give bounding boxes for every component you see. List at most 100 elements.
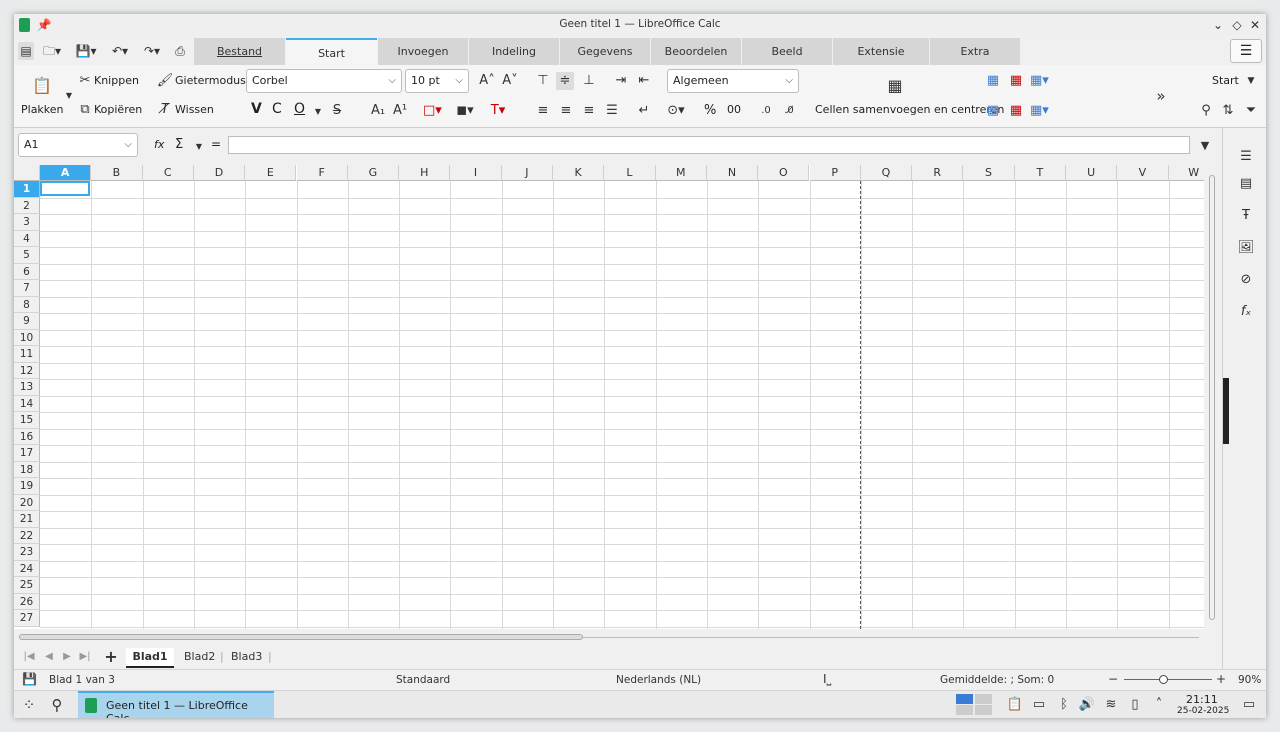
number-format-combo[interactable]: Algemeen ⌵ <box>667 69 799 93</box>
find-icon[interactable]: ⚲ <box>1197 102 1215 120</box>
function-wizard-icon[interactable]: fx <box>154 138 164 151</box>
sheet-tab-blad2[interactable]: Blad2 <box>184 648 215 666</box>
align-top-icon[interactable]: ⊤ <box>534 72 552 90</box>
styles-icon[interactable]: Ŧ <box>1237 207 1255 225</box>
prev-sheet-icon[interactable]: ◀ <box>40 648 58 666</box>
horizontal-scroll-thumb[interactable] <box>19 634 583 640</box>
border-icon[interactable]: □▾ <box>423 102 442 120</box>
formula-equals-icon[interactable]: = <box>211 137 221 151</box>
italic-button[interactable]: C <box>272 101 282 117</box>
formula-input[interactable] <box>228 136 1190 154</box>
align-right-icon[interactable]: ≡ <box>580 102 598 120</box>
next-sheet-icon[interactable]: ▶ <box>58 648 76 666</box>
clear-format-icon[interactable]: T̸ <box>156 101 174 119</box>
save-icon[interactable]: 💾▾ <box>72 42 100 60</box>
underline-button[interactable]: O <box>294 101 305 117</box>
sum-icon[interactable]: Σ <box>175 137 183 152</box>
first-sheet-icon[interactable]: |◀ <box>20 648 38 666</box>
font-size-combo[interactable]: 10 pt ⌵ <box>405 69 469 93</box>
vertical-scrollbar[interactable] <box>1204 165 1221 629</box>
open-icon[interactable]: 🗀▾ <box>40 42 64 60</box>
sheet-tab-blad3[interactable]: Blad3 <box>231 648 262 666</box>
clear-button[interactable]: Wissen <box>175 103 214 116</box>
usb-drive-icon[interactable]: ▯ <box>1126 696 1144 714</box>
search-icon[interactable]: ⚲ <box>48 696 66 714</box>
strikethrough-icon[interactable]: S <box>328 102 346 120</box>
tab-beoordelen[interactable]: Beoordelen <box>651 38 741 65</box>
virtual-desktop-pager[interactable] <box>956 694 992 715</box>
justify-icon[interactable]: ☰ <box>603 102 621 120</box>
decimal-button[interactable]: 00 <box>727 103 741 116</box>
bluetooth-icon[interactable]: ᛒ <box>1055 696 1073 714</box>
maximize-button[interactable]: ◇ <box>1229 17 1245 33</box>
decrease-indent-icon[interactable]: ⇤ <box>635 72 653 90</box>
copy-icon[interactable]: ⧉ <box>76 101 94 119</box>
zoom-out-button[interactable]: − <box>1108 672 1118 686</box>
zoom-slider[interactable] <box>1124 675 1212 684</box>
col-options-icon[interactable]: ▦▾ <box>1030 102 1049 120</box>
table-grid-icon[interactable]: ▦ <box>886 77 904 95</box>
redo-icon[interactable]: ↷▾ <box>138 42 166 60</box>
page-style[interactable]: Standaard <box>396 674 450 686</box>
tab-indeling[interactable]: Indeling <box>469 38 559 65</box>
tab-extensie[interactable]: Extensie <box>833 38 929 65</box>
zoom-slider-thumb[interactable] <box>1159 675 1168 684</box>
desktop-3[interactable] <box>956 705 973 715</box>
gallery-icon[interactable]: 🖼 <box>1237 239 1255 257</box>
vertical-scroll-thumb[interactable] <box>1209 175 1215 620</box>
zoom-in-button[interactable]: + <box>1216 672 1226 686</box>
paste-icon[interactable]: 📋 <box>32 77 52 95</box>
merge-center-button[interactable]: Cellen samenvoegen en centreren <box>815 103 1004 116</box>
zoom-level[interactable]: 90% <box>1238 674 1261 686</box>
clock-date[interactable]: 25-02-2025 <box>1177 706 1229 716</box>
subscript-icon[interactable]: A₁ <box>369 102 387 120</box>
bold-button[interactable]: V <box>251 101 262 117</box>
clone-button[interactable]: Gietermodus <box>175 74 246 87</box>
selection-summary[interactable]: Gemiddelde: ; Som: 0 <box>940 674 1054 686</box>
language[interactable]: Nederlands (NL) <box>616 674 701 686</box>
sidebar-menu-icon[interactable]: ☰ <box>1237 148 1255 166</box>
expand-formula-icon[interactable]: ▼ <box>1196 137 1214 155</box>
volume-icon[interactable]: 🔊 <box>1078 696 1096 714</box>
desktop-4[interactable] <box>975 705 992 715</box>
document-modified-icon[interactable]: 💾 <box>22 672 37 686</box>
superscript-icon[interactable]: A¹ <box>391 102 409 120</box>
sheet-tab-blad1[interactable]: Blad1 <box>126 648 174 668</box>
taskbar-item-calc[interactable]: Geen titel 1 — LibreOffice Calc <box>78 691 274 718</box>
insert-rows-icon[interactable]: ▦ <box>984 72 1002 90</box>
sheet-info[interactable]: Blad 1 van 3 <box>49 674 115 686</box>
delete-rows-icon[interactable]: ▦ <box>1007 72 1025 90</box>
tab-beeld[interactable]: Beeld <box>742 38 832 65</box>
desktop-2[interactable] <box>975 694 992 704</box>
font-color-icon[interactable]: T▾ <box>489 102 507 120</box>
properties-icon[interactable]: ▤ <box>1237 175 1255 193</box>
align-center-icon[interactable]: ≡ <box>557 102 575 120</box>
horizontal-scrollbar[interactable] <box>14 631 1221 645</box>
last-sheet-icon[interactable]: ▶| <box>76 648 94 666</box>
tab-bestand[interactable]: Bestand <box>194 38 285 65</box>
tab-invoegen[interactable]: Invoegen <box>378 38 468 65</box>
sidebar-collapse-handle[interactable] <box>1223 378 1229 444</box>
autofilter-icon[interactable]: ⏷ <box>1242 102 1260 120</box>
spreadsheet-grid[interactable]: ABCDEFGHIJKLMNOPQRSTUVW 1 2 3 4 5 6 7 8 9 10 11 12 1… <box>14 165 1204 629</box>
navigator-icon[interactable]: ⊘ <box>1237 271 1255 289</box>
show-hidden-icons[interactable]: ˄ <box>1150 696 1168 714</box>
clipboard-icon[interactable]: 📋 <box>1006 696 1024 714</box>
tab-start[interactable]: Start <box>286 38 377 65</box>
increase-indent-icon[interactable]: ⇥ <box>612 72 630 90</box>
desktop-1[interactable] <box>956 694 973 704</box>
cut-icon[interactable]: ✂ <box>76 72 94 90</box>
selection-mode-icon[interactable]: I⎵ <box>823 672 831 687</box>
copy-button[interactable]: Kopiëren <box>94 103 142 116</box>
show-desktop-icon[interactable]: ▭ <box>1240 696 1258 714</box>
minimize-button[interactable]: ⌄ <box>1210 17 1226 33</box>
sort-icon[interactable]: ⇅ <box>1219 102 1237 120</box>
insert-cols-icon[interactable]: ▦ <box>984 102 1002 120</box>
style-dropdown-label[interactable]: Start <box>1212 74 1239 87</box>
tab-extra[interactable]: Extra <box>930 38 1020 65</box>
wrap-text-icon[interactable]: ↵ <box>635 102 653 120</box>
clone-format-icon[interactable]: 🖌 <box>156 72 174 90</box>
font-name-combo[interactable]: Corbel ⌵ <box>246 69 402 93</box>
add-decimal-icon[interactable]: .0 <box>757 102 775 120</box>
wifi-icon[interactable]: ≋ <box>1102 696 1120 714</box>
